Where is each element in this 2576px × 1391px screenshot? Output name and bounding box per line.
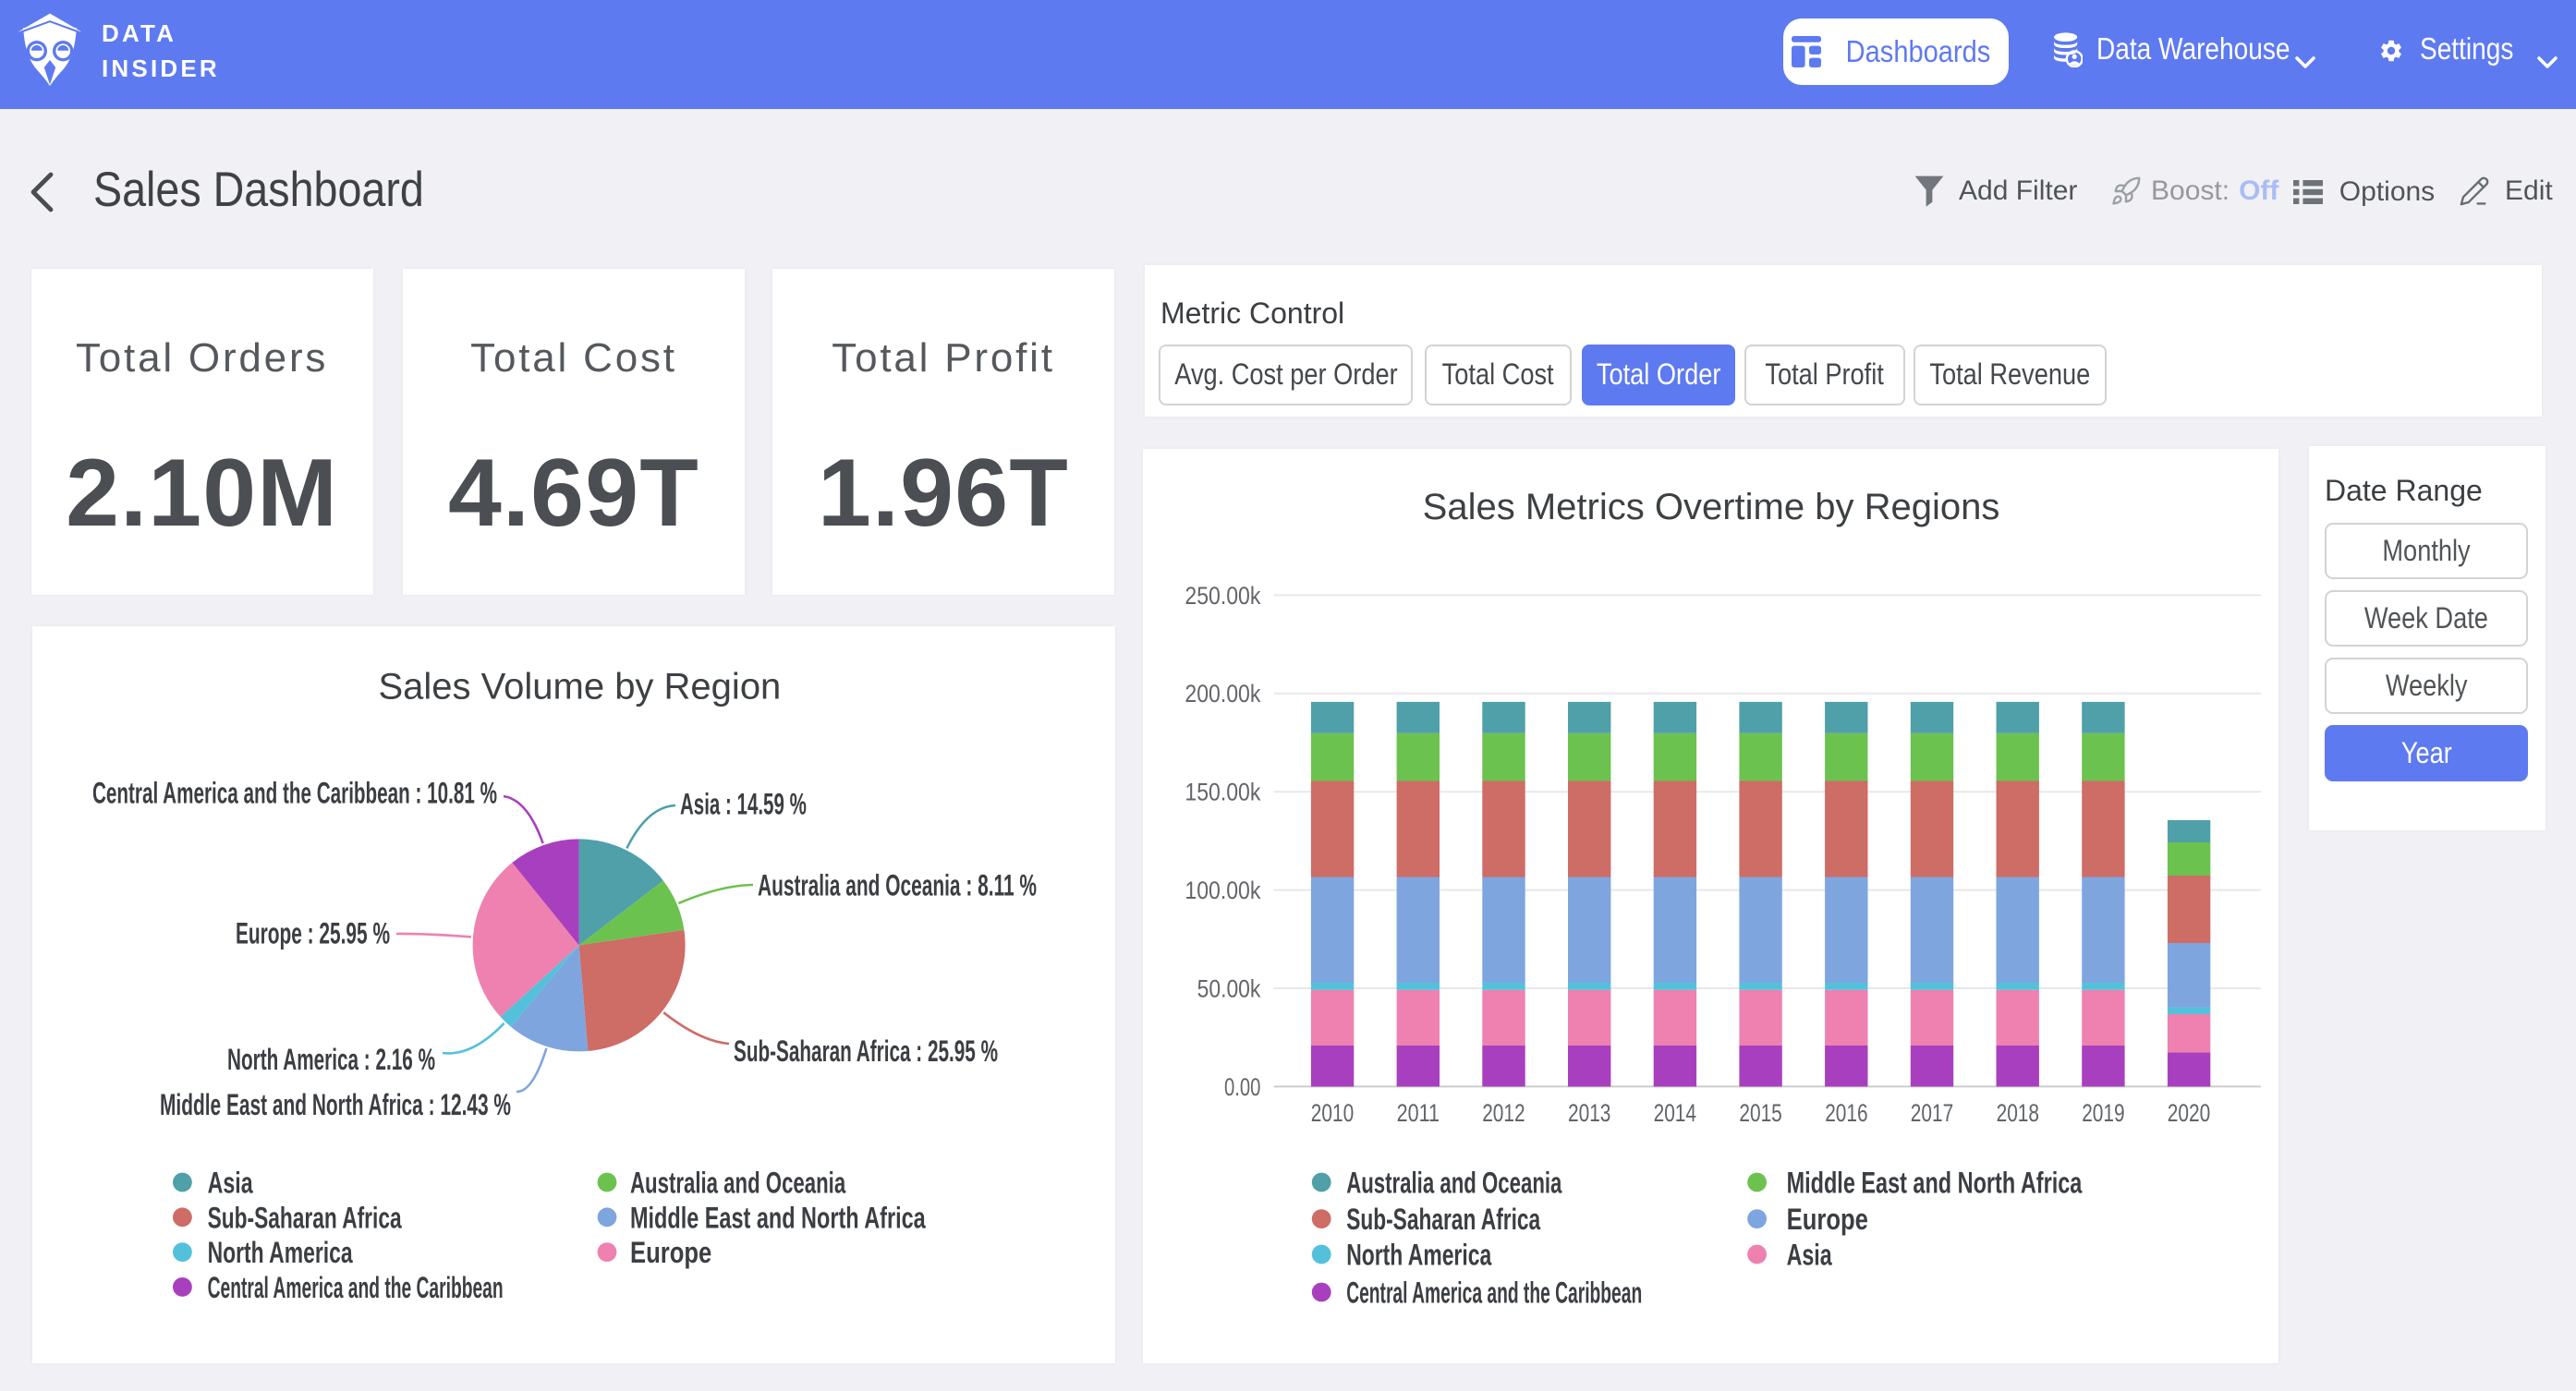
svg-text:Middle East and North Africa :: Middle East and North Africa : 12.43 % (160, 1088, 511, 1121)
svg-text:Sales Volume by Region: Sales Volume by Region (378, 667, 781, 708)
svg-text:North America: North America (1346, 1239, 1491, 1272)
svg-text:50.00k: 50.00k (1197, 974, 1261, 1002)
svg-text:2012: 2012 (1482, 1099, 1525, 1127)
svg-text:Central America and the Caribb: Central America and the Caribbean (1346, 1276, 1642, 1310)
svg-text:2020: 2020 (2168, 1099, 2210, 1127)
svg-text:Europe : 25.95 %: Europe : 25.95 % (236, 917, 390, 950)
svg-text:2016: 2016 (1825, 1099, 1867, 1127)
svg-text:Sales Metrics Overtime by Regi: Sales Metrics Overtime by Regions (1423, 487, 2000, 527)
svg-text:200.00k: 200.00k (1185, 680, 1261, 708)
svg-text:Sub-Saharan Africa : 25.95 %: Sub-Saharan Africa : 25.95 % (734, 1034, 998, 1068)
svg-text:250.00k: 250.00k (1185, 582, 1261, 610)
svg-text:2013: 2013 (1568, 1099, 1610, 1127)
svg-text:Middle East and North Africa: Middle East and North Africa (630, 1201, 926, 1234)
svg-text:2011: 2011 (1397, 1099, 1440, 1127)
svg-text:150.00k: 150.00k (1185, 779, 1261, 806)
svg-text:Sub-Saharan Africa: Sub-Saharan Africa (1346, 1203, 1540, 1236)
svg-text:Europe: Europe (1787, 1203, 1868, 1236)
svg-text:2014: 2014 (1654, 1099, 1696, 1127)
svg-text:Europe: Europe (630, 1236, 711, 1269)
svg-text:Sub-Saharan Africa: Sub-Saharan Africa (208, 1201, 402, 1234)
svg-text:Asia: Asia (1787, 1239, 1832, 1272)
svg-text:Australia and Oceania: Australia and Oceania (630, 1167, 845, 1200)
svg-text:Australia and Oceania : 8.11 %: Australia and Oceania : 8.11 % (758, 869, 1037, 902)
svg-text:Middle East and North Africa: Middle East and North Africa (1787, 1167, 2083, 1200)
svg-text:2018: 2018 (1997, 1099, 2039, 1127)
svg-text:2010: 2010 (1311, 1099, 1354, 1127)
svg-text:Asia: Asia (208, 1167, 253, 1200)
svg-text:2017: 2017 (1911, 1099, 1953, 1127)
svg-text:Asia : 14.59 %: Asia : 14.59 % (680, 788, 807, 821)
svg-text:Central America and the Caribb: Central America and the Caribbean : 10.8… (92, 777, 497, 810)
svg-text:0.00: 0.00 (1224, 1073, 1260, 1101)
svg-text:2019: 2019 (2082, 1099, 2124, 1127)
svg-text:Australia and Oceania: Australia and Oceania (1346, 1167, 1561, 1200)
svg-text:100.00k: 100.00k (1185, 877, 1261, 904)
svg-text:Central America and the Caribb: Central America and the Caribbean (208, 1271, 504, 1304)
svg-text:2015: 2015 (1739, 1099, 1781, 1127)
svg-text:North America: North America (208, 1236, 353, 1269)
svg-text:North America : 2.16 %: North America : 2.16 % (227, 1043, 435, 1076)
